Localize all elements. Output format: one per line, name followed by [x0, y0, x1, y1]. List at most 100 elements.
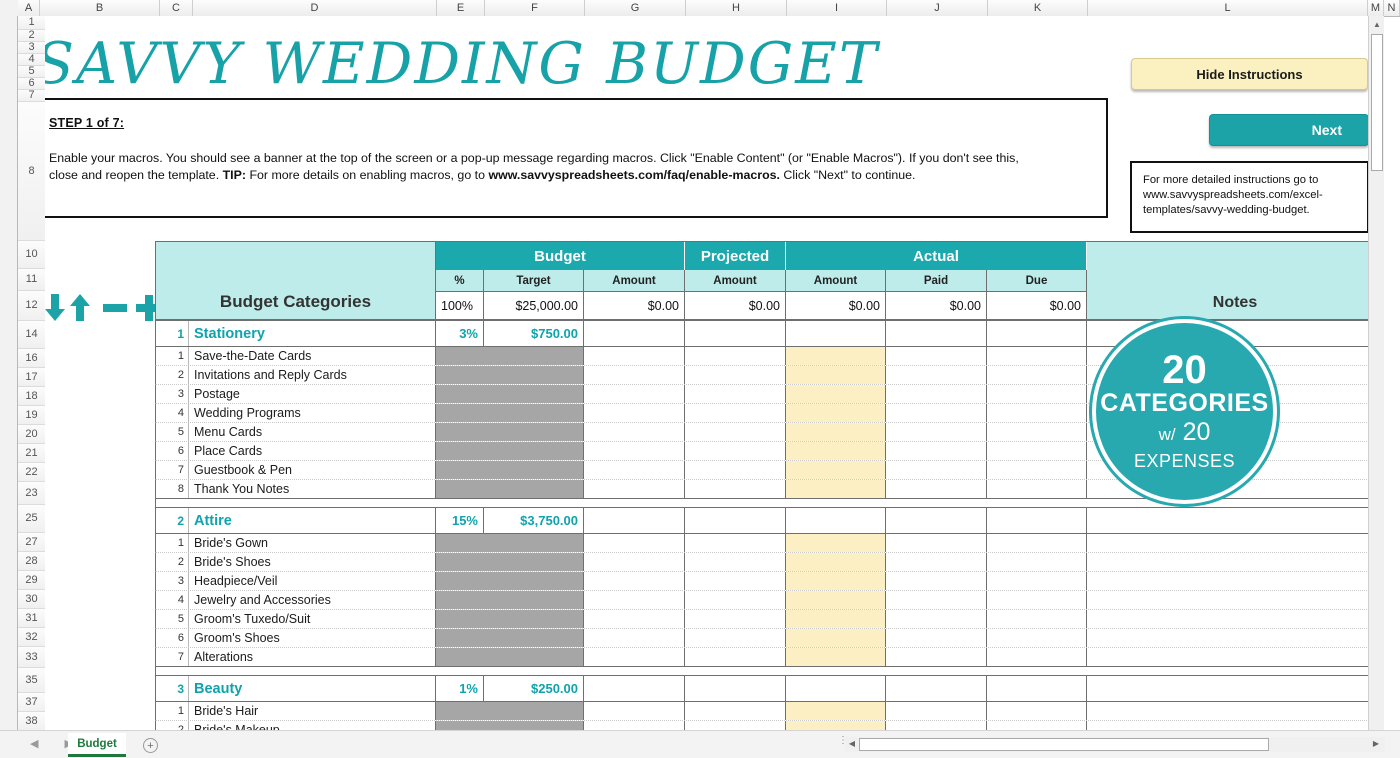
- expense-index[interactable]: 2: [156, 721, 189, 730]
- row-header-10[interactable]: 10: [18, 241, 45, 269]
- category-actual-paid[interactable]: [886, 508, 987, 533]
- expense-actual-paid[interactable]: [886, 534, 987, 552]
- expense-index[interactable]: 1: [156, 347, 189, 365]
- expense-notes[interactable]: [1087, 629, 1383, 647]
- expense-projected-amount[interactable]: [685, 385, 786, 403]
- category-projected-amount[interactable]: [685, 321, 786, 346]
- category-index[interactable]: 1: [156, 321, 189, 346]
- expense-actual-paid[interactable]: [886, 702, 987, 720]
- hide-instructions-button[interactable]: Hide Instructions: [1131, 58, 1368, 90]
- expense-actual-paid[interactable]: [886, 461, 987, 479]
- category-percent[interactable]: 3%: [436, 321, 484, 346]
- expense-actual-due[interactable]: [987, 366, 1087, 384]
- actual-amount-input-cell[interactable]: [786, 572, 886, 590]
- actual-amount-input-cell[interactable]: [786, 702, 886, 720]
- expense-budget-amount[interactable]: [584, 572, 685, 590]
- horizontal-scroll-thumb[interactable]: [859, 738, 1269, 751]
- column-header-G[interactable]: G: [585, 0, 686, 16]
- actual-amount-input-cell[interactable]: [786, 423, 886, 441]
- column-header-F[interactable]: F: [485, 0, 585, 16]
- expense-actual-due[interactable]: [987, 610, 1087, 628]
- category-actual-due[interactable]: [987, 321, 1087, 346]
- expense-name[interactable]: Bride's Makeup: [189, 721, 436, 730]
- expense-budget-amount[interactable]: [584, 721, 685, 730]
- row-header-33[interactable]: 33: [18, 647, 45, 668]
- category-actual-amount[interactable]: [786, 321, 886, 346]
- minus-icon[interactable]: [100, 292, 130, 324]
- expense-projected-amount[interactable]: [685, 591, 786, 609]
- down-arrow-icon[interactable]: [45, 292, 68, 324]
- actual-amount-input-cell[interactable]: [786, 553, 886, 571]
- row-header-17[interactable]: 17: [18, 368, 45, 387]
- column-header-D[interactable]: D: [193, 0, 437, 16]
- expense-projected-amount[interactable]: [685, 366, 786, 384]
- expense-projected-amount[interactable]: [685, 610, 786, 628]
- sheet-tab-budget[interactable]: Budget: [68, 733, 126, 757]
- expense-index[interactable]: 4: [156, 591, 189, 609]
- expense-index[interactable]: 5: [156, 610, 189, 628]
- expense-notes[interactable]: [1087, 648, 1383, 666]
- actual-amount-input-cell[interactable]: [786, 385, 886, 403]
- expense-actual-paid[interactable]: [886, 442, 987, 460]
- expense-actual-paid[interactable]: [886, 385, 987, 403]
- expense-index[interactable]: 3: [156, 385, 189, 403]
- row-header-31[interactable]: 31: [18, 609, 45, 628]
- category-percent[interactable]: 15%: [436, 508, 484, 533]
- expense-index[interactable]: 8: [156, 480, 189, 498]
- expense-index[interactable]: 6: [156, 629, 189, 647]
- expense-actual-paid[interactable]: [886, 553, 987, 571]
- row-header-8[interactable]: 8: [18, 102, 45, 241]
- category-index[interactable]: 3: [156, 676, 189, 701]
- expense-actual-due[interactable]: [987, 461, 1087, 479]
- column-header-H[interactable]: H: [686, 0, 787, 16]
- expense-actual-paid[interactable]: [886, 629, 987, 647]
- expense-notes[interactable]: [1087, 610, 1383, 628]
- expense-row[interactable]: 7 Alterations: [155, 648, 1383, 667]
- category-actual-due[interactable]: [987, 508, 1087, 533]
- category-percent[interactable]: 1%: [436, 676, 484, 701]
- category-projected-amount[interactable]: [685, 676, 786, 701]
- expense-budget-amount[interactable]: [584, 648, 685, 666]
- up-arrow-icon[interactable]: [67, 292, 93, 324]
- expense-projected-amount[interactable]: [685, 572, 786, 590]
- expense-actual-due[interactable]: [987, 385, 1087, 403]
- actual-amount-input-cell[interactable]: [786, 404, 886, 422]
- scroll-left-button[interactable]: ◀: [845, 737, 859, 750]
- column-header-A[interactable]: A: [18, 0, 40, 16]
- expense-name[interactable]: Headpiece/Veil: [189, 572, 436, 590]
- expense-actual-paid[interactable]: [886, 423, 987, 441]
- expense-index[interactable]: 5: [156, 423, 189, 441]
- actual-amount-input-cell[interactable]: [786, 629, 886, 647]
- expense-row[interactable]: 1 Bride's Hair: [155, 702, 1383, 721]
- column-header-N[interactable]: N: [1384, 0, 1400, 16]
- expense-actual-due[interactable]: [987, 591, 1087, 609]
- expense-name[interactable]: Wedding Programs: [189, 404, 436, 422]
- expense-projected-amount[interactable]: [685, 702, 786, 720]
- expense-actual-due[interactable]: [987, 721, 1087, 730]
- row-header-38[interactable]: 38: [18, 712, 45, 731]
- expense-notes[interactable]: [1087, 553, 1383, 571]
- row-header-32[interactable]: 32: [18, 628, 45, 647]
- expense-row[interactable]: 3 Headpiece/Veil: [155, 572, 1383, 591]
- expense-name[interactable]: Bride's Hair: [189, 702, 436, 720]
- row-header-35[interactable]: 35: [18, 668, 45, 693]
- row-header-16[interactable]: 16: [18, 349, 45, 368]
- expense-name[interactable]: Menu Cards: [189, 423, 436, 441]
- row-header-19[interactable]: 19: [18, 406, 45, 425]
- row-header-30[interactable]: 30: [18, 590, 45, 609]
- expense-row[interactable]: 4 Jewelry and Accessories: [155, 591, 1383, 610]
- expense-index[interactable]: 1: [156, 534, 189, 552]
- category-target[interactable]: $750.00: [484, 321, 584, 346]
- scroll-right-button[interactable]: ▶: [1369, 737, 1383, 750]
- expense-budget-amount[interactable]: [584, 423, 685, 441]
- expense-budget-amount[interactable]: [584, 461, 685, 479]
- category-actual-amount[interactable]: [786, 676, 886, 701]
- column-header-B[interactable]: B: [40, 0, 160, 16]
- expense-actual-due[interactable]: [987, 702, 1087, 720]
- category-projected-amount[interactable]: [685, 508, 786, 533]
- expense-projected-amount[interactable]: [685, 553, 786, 571]
- vertical-scroll-thumb[interactable]: [1371, 34, 1383, 171]
- expense-name[interactable]: Groom's Tuxedo/Suit: [189, 610, 436, 628]
- expense-actual-due[interactable]: [987, 442, 1087, 460]
- expense-actual-paid[interactable]: [886, 366, 987, 384]
